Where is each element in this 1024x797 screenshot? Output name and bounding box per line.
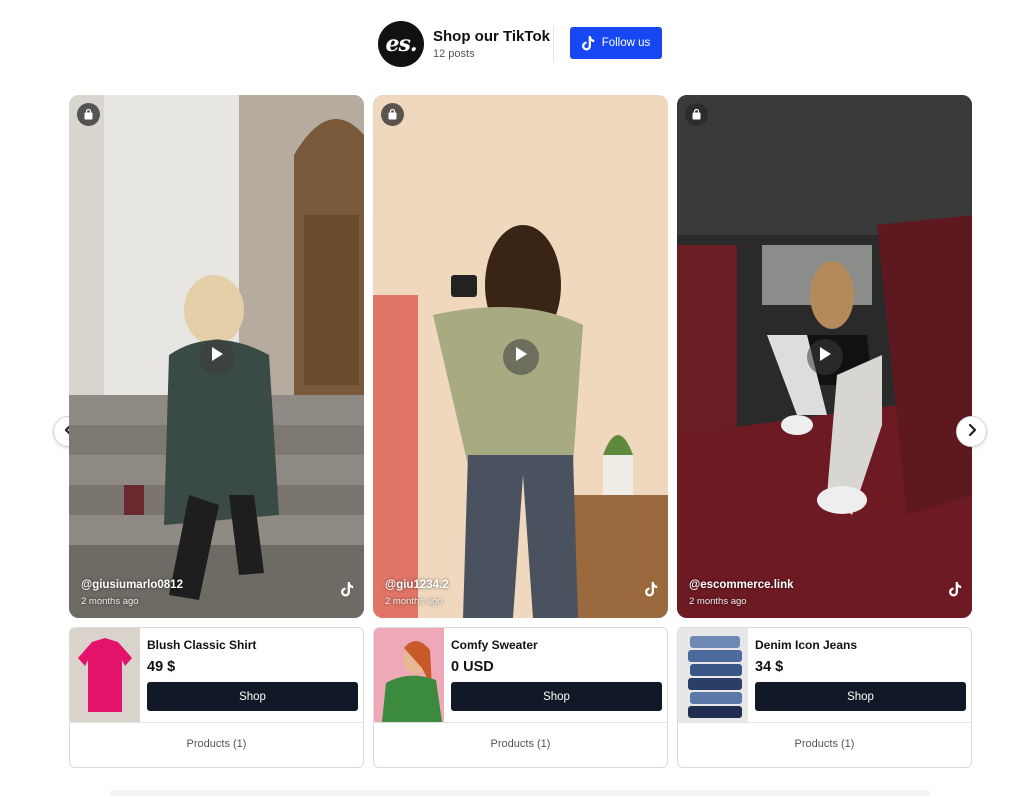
post-time-ago: 2 months ago: [385, 596, 443, 607]
shopping-bag-icon: [381, 103, 404, 126]
product-price: 49 $: [147, 659, 176, 675]
product-panel: Blush Classic Shirt 49 $ Shop Products (…: [69, 627, 364, 768]
product-panel: Comfy Sweater 0 USD Shop Products (1): [373, 627, 668, 768]
tiktok-icon: [581, 35, 595, 51]
post-handle[interactable]: @escommerce.link: [689, 579, 794, 591]
tiktok-icon: [341, 582, 354, 602]
tiktok-icon: [949, 582, 962, 602]
brand-logo: es.: [378, 21, 424, 67]
post-card[interactable]: @giusiumarlo0812 2 months ago: [69, 95, 364, 618]
post-handle[interactable]: @giu1234.2: [385, 579, 449, 591]
play-icon: [514, 346, 528, 367]
post-card[interactable]: @giu1234.2 2 months ago: [373, 95, 668, 618]
product-price: 34 $: [755, 659, 784, 675]
panel-divider: [678, 722, 971, 723]
post-time-ago: 2 months ago: [689, 596, 747, 607]
products-count-link[interactable]: Products (1): [70, 738, 363, 750]
carousel-next-button[interactable]: [956, 416, 987, 447]
brand-info: Shop our TikTok 12 posts: [433, 28, 550, 60]
shop-button[interactable]: Shop: [755, 682, 966, 711]
products-count-link[interactable]: Products (1): [374, 738, 667, 750]
header-divider: [553, 26, 554, 62]
posts-count: 12 posts: [433, 48, 475, 60]
post-card[interactable]: @escommerce.link 2 months ago: [677, 95, 972, 618]
shop-header: es. Shop our TikTok 12 posts Follow us: [378, 20, 662, 68]
section-edge: [110, 790, 930, 796]
product-name[interactable]: Comfy Sweater: [451, 638, 538, 652]
post-handle[interactable]: @giusiumarlo0812: [81, 579, 183, 591]
follow-us-label: Follow us: [601, 37, 651, 49]
play-button[interactable]: [806, 338, 843, 375]
product-panel: Denim Icon Jeans 34 $ Shop Products (1): [677, 627, 972, 768]
product-thumbnail[interactable]: [70, 628, 140, 722]
panel-divider: [70, 722, 363, 723]
products-count-link[interactable]: Products (1): [678, 738, 971, 750]
play-icon: [818, 346, 832, 367]
shop-button[interactable]: Shop: [147, 682, 358, 711]
tiktok-icon: [645, 582, 658, 602]
play-button[interactable]: [198, 338, 235, 375]
chevron-right-icon: [967, 423, 977, 441]
product-price: 0 USD: [451, 659, 494, 675]
shopping-bag-icon: [685, 103, 708, 126]
product-thumbnail[interactable]: [678, 628, 748, 722]
post-time-ago: 2 months ago: [81, 596, 139, 607]
shopping-bag-icon: [77, 103, 100, 126]
product-name[interactable]: Denim Icon Jeans: [755, 638, 857, 652]
follow-us-button[interactable]: Follow us: [570, 27, 662, 59]
shop-button[interactable]: Shop: [451, 682, 662, 711]
play-icon: [210, 346, 224, 367]
product-name[interactable]: Blush Classic Shirt: [147, 638, 256, 652]
panel-divider: [374, 722, 667, 723]
play-button[interactable]: [502, 338, 539, 375]
product-thumbnail[interactable]: [374, 628, 444, 722]
brand-title: Shop our TikTok: [433, 28, 550, 45]
